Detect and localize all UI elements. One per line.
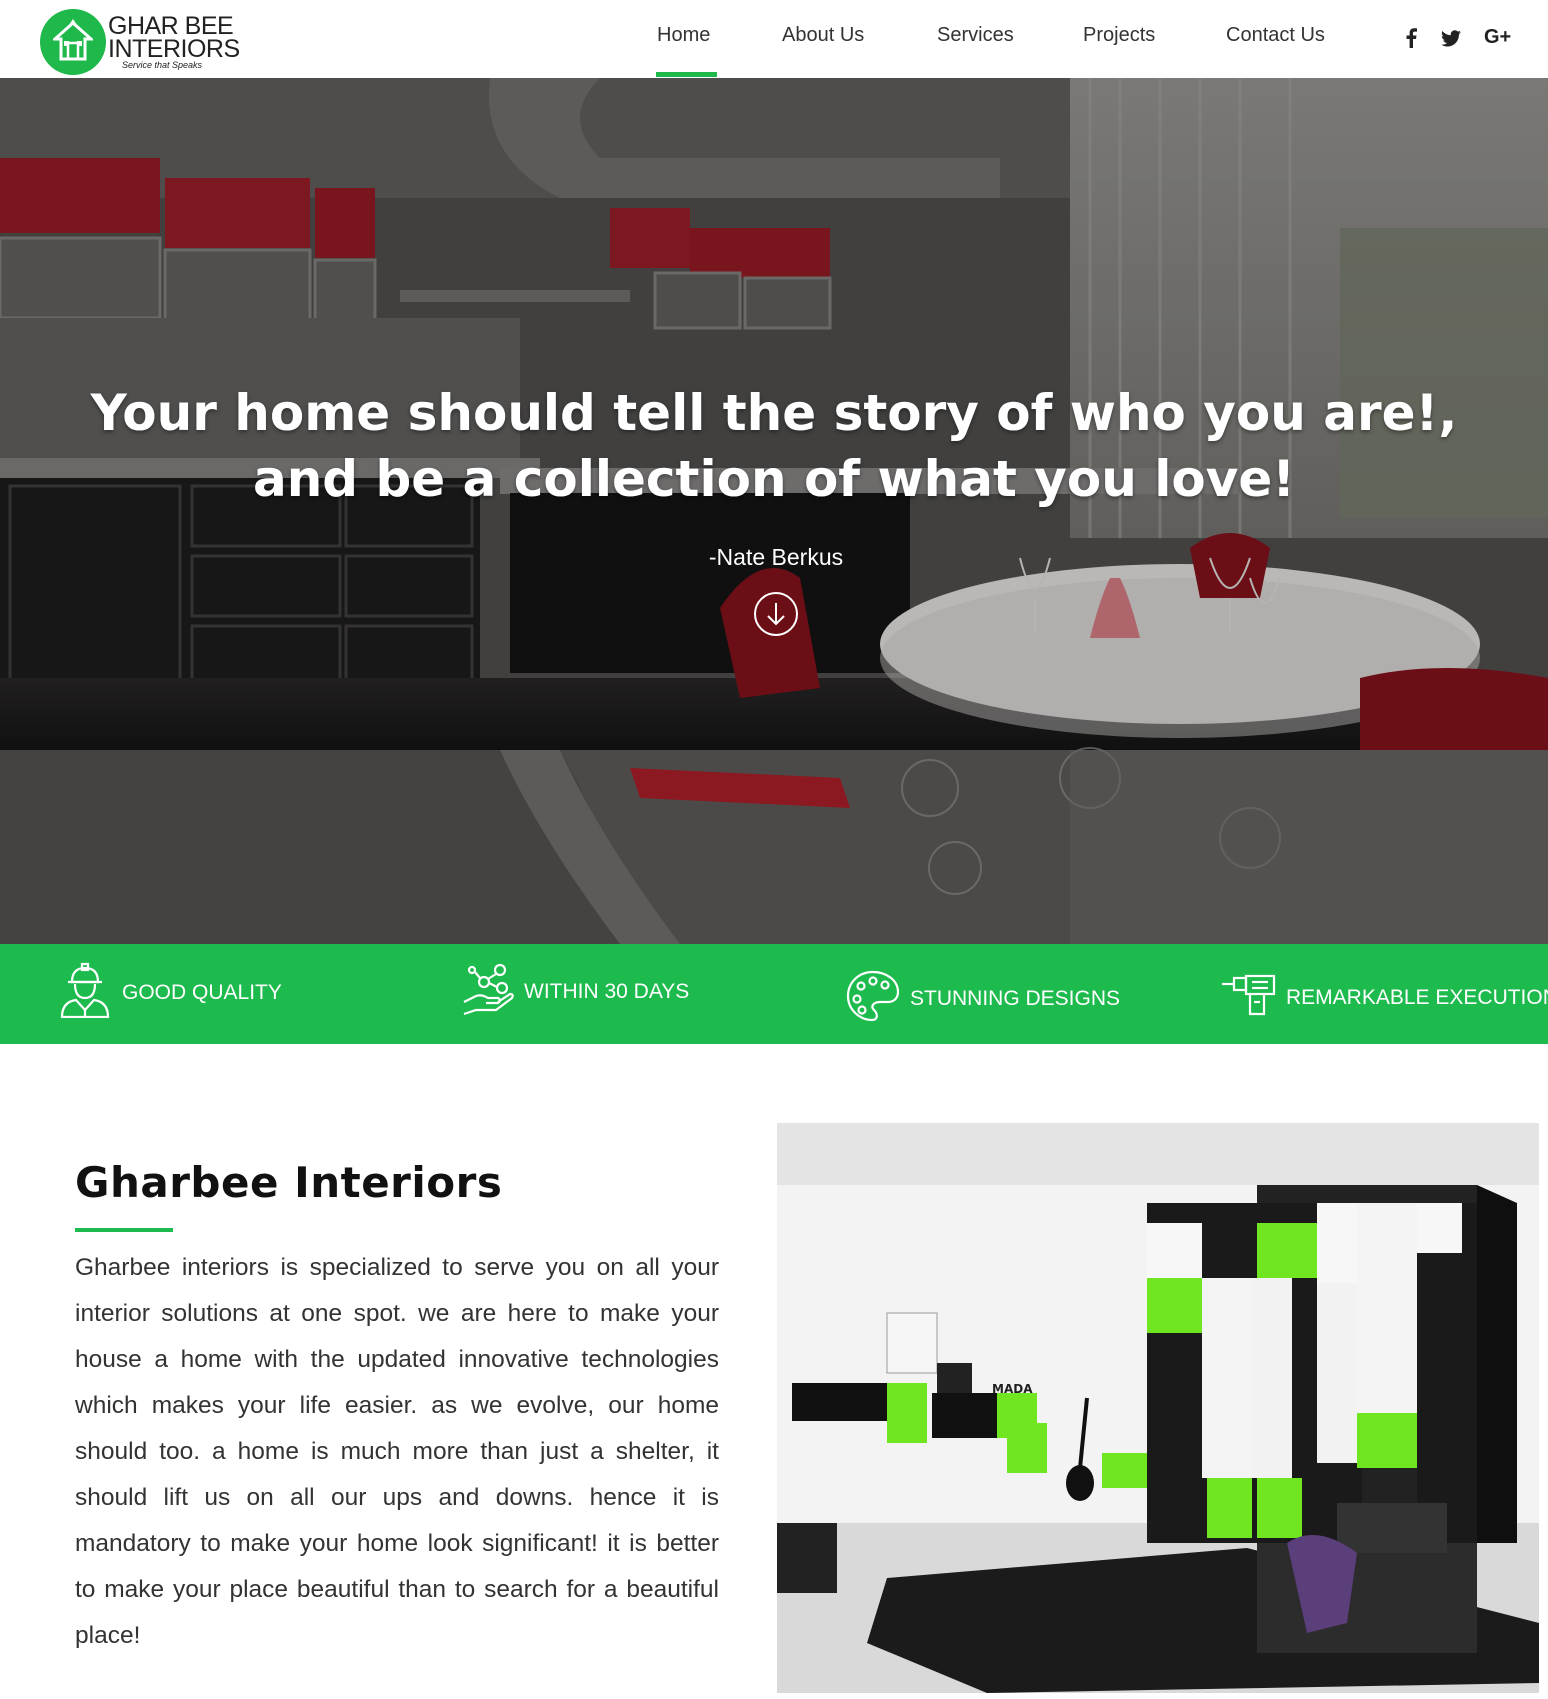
feature-label: STUNNING DESIGNS	[910, 986, 1121, 1010]
worker-icon	[58, 962, 112, 1023]
hand-molecule-icon	[462, 962, 514, 1021]
wardrobe-room-image: MADA	[777, 1123, 1539, 1693]
feature-remarkable-execution: REMARKABLE EXECUTION	[1222, 974, 1548, 1021]
about-description: Gharbee interiors is specialized to serv…	[75, 1254, 719, 1649]
brand-tagline: Service that Speaks	[122, 60, 203, 70]
hero-quote-author: -Nate Berkus	[708, 544, 844, 570]
facebook-icon[interactable]	[1404, 28, 1418, 53]
arrow-down-circle-icon[interactable]	[754, 592, 798, 636]
feature-stunning-designs: STUNNING DESIGNS	[846, 970, 1120, 1027]
house-logo-icon	[40, 9, 106, 75]
twitter-icon[interactable]	[1441, 30, 1461, 52]
about-title: Gharbee Interiors	[75, 1158, 503, 1207]
nav-contact-us[interactable]: Contact Us	[1226, 24, 1325, 47]
about-title-underline	[75, 1228, 173, 1232]
shelf-label: MADA	[992, 1382, 1033, 1396]
nav-about-us[interactable]: About Us	[782, 24, 864, 47]
google-plus-icon[interactable]: G+	[1484, 26, 1511, 49]
brand-logo[interactable]: GHAR BEE INTERIORS Service that Speaks	[40, 6, 240, 75]
nav-projects[interactable]: Projects	[1083, 24, 1155, 47]
feature-label: REMARKABLE EXECUTION	[1286, 985, 1548, 1009]
nav-active-indicator	[656, 72, 717, 77]
feature-label: GOOD QUALITY	[122, 980, 282, 1004]
nav-services[interactable]: Services	[937, 24, 1014, 47]
drill-icon	[1222, 974, 1276, 1021]
site-header: GHAR BEE INTERIORS Service that Speaks H…	[0, 0, 1548, 78]
hero-quote: Your home should tell the story of who y…	[90, 384, 1458, 508]
palette-icon	[846, 970, 900, 1027]
feature-label: WITHIN 30 DAYS	[524, 979, 690, 1003]
feature-good-quality: GOOD QUALITY	[58, 962, 282, 1023]
features-band: GOOD QUALITY WITHIN 30 DAYS STUNNING DES…	[0, 944, 1548, 1044]
nav-home[interactable]: Home	[657, 24, 710, 47]
feature-within-30-days: WITHIN 30 DAYS	[462, 962, 689, 1021]
hero-banner: Your home should tell the story of who y…	[0, 78, 1548, 944]
